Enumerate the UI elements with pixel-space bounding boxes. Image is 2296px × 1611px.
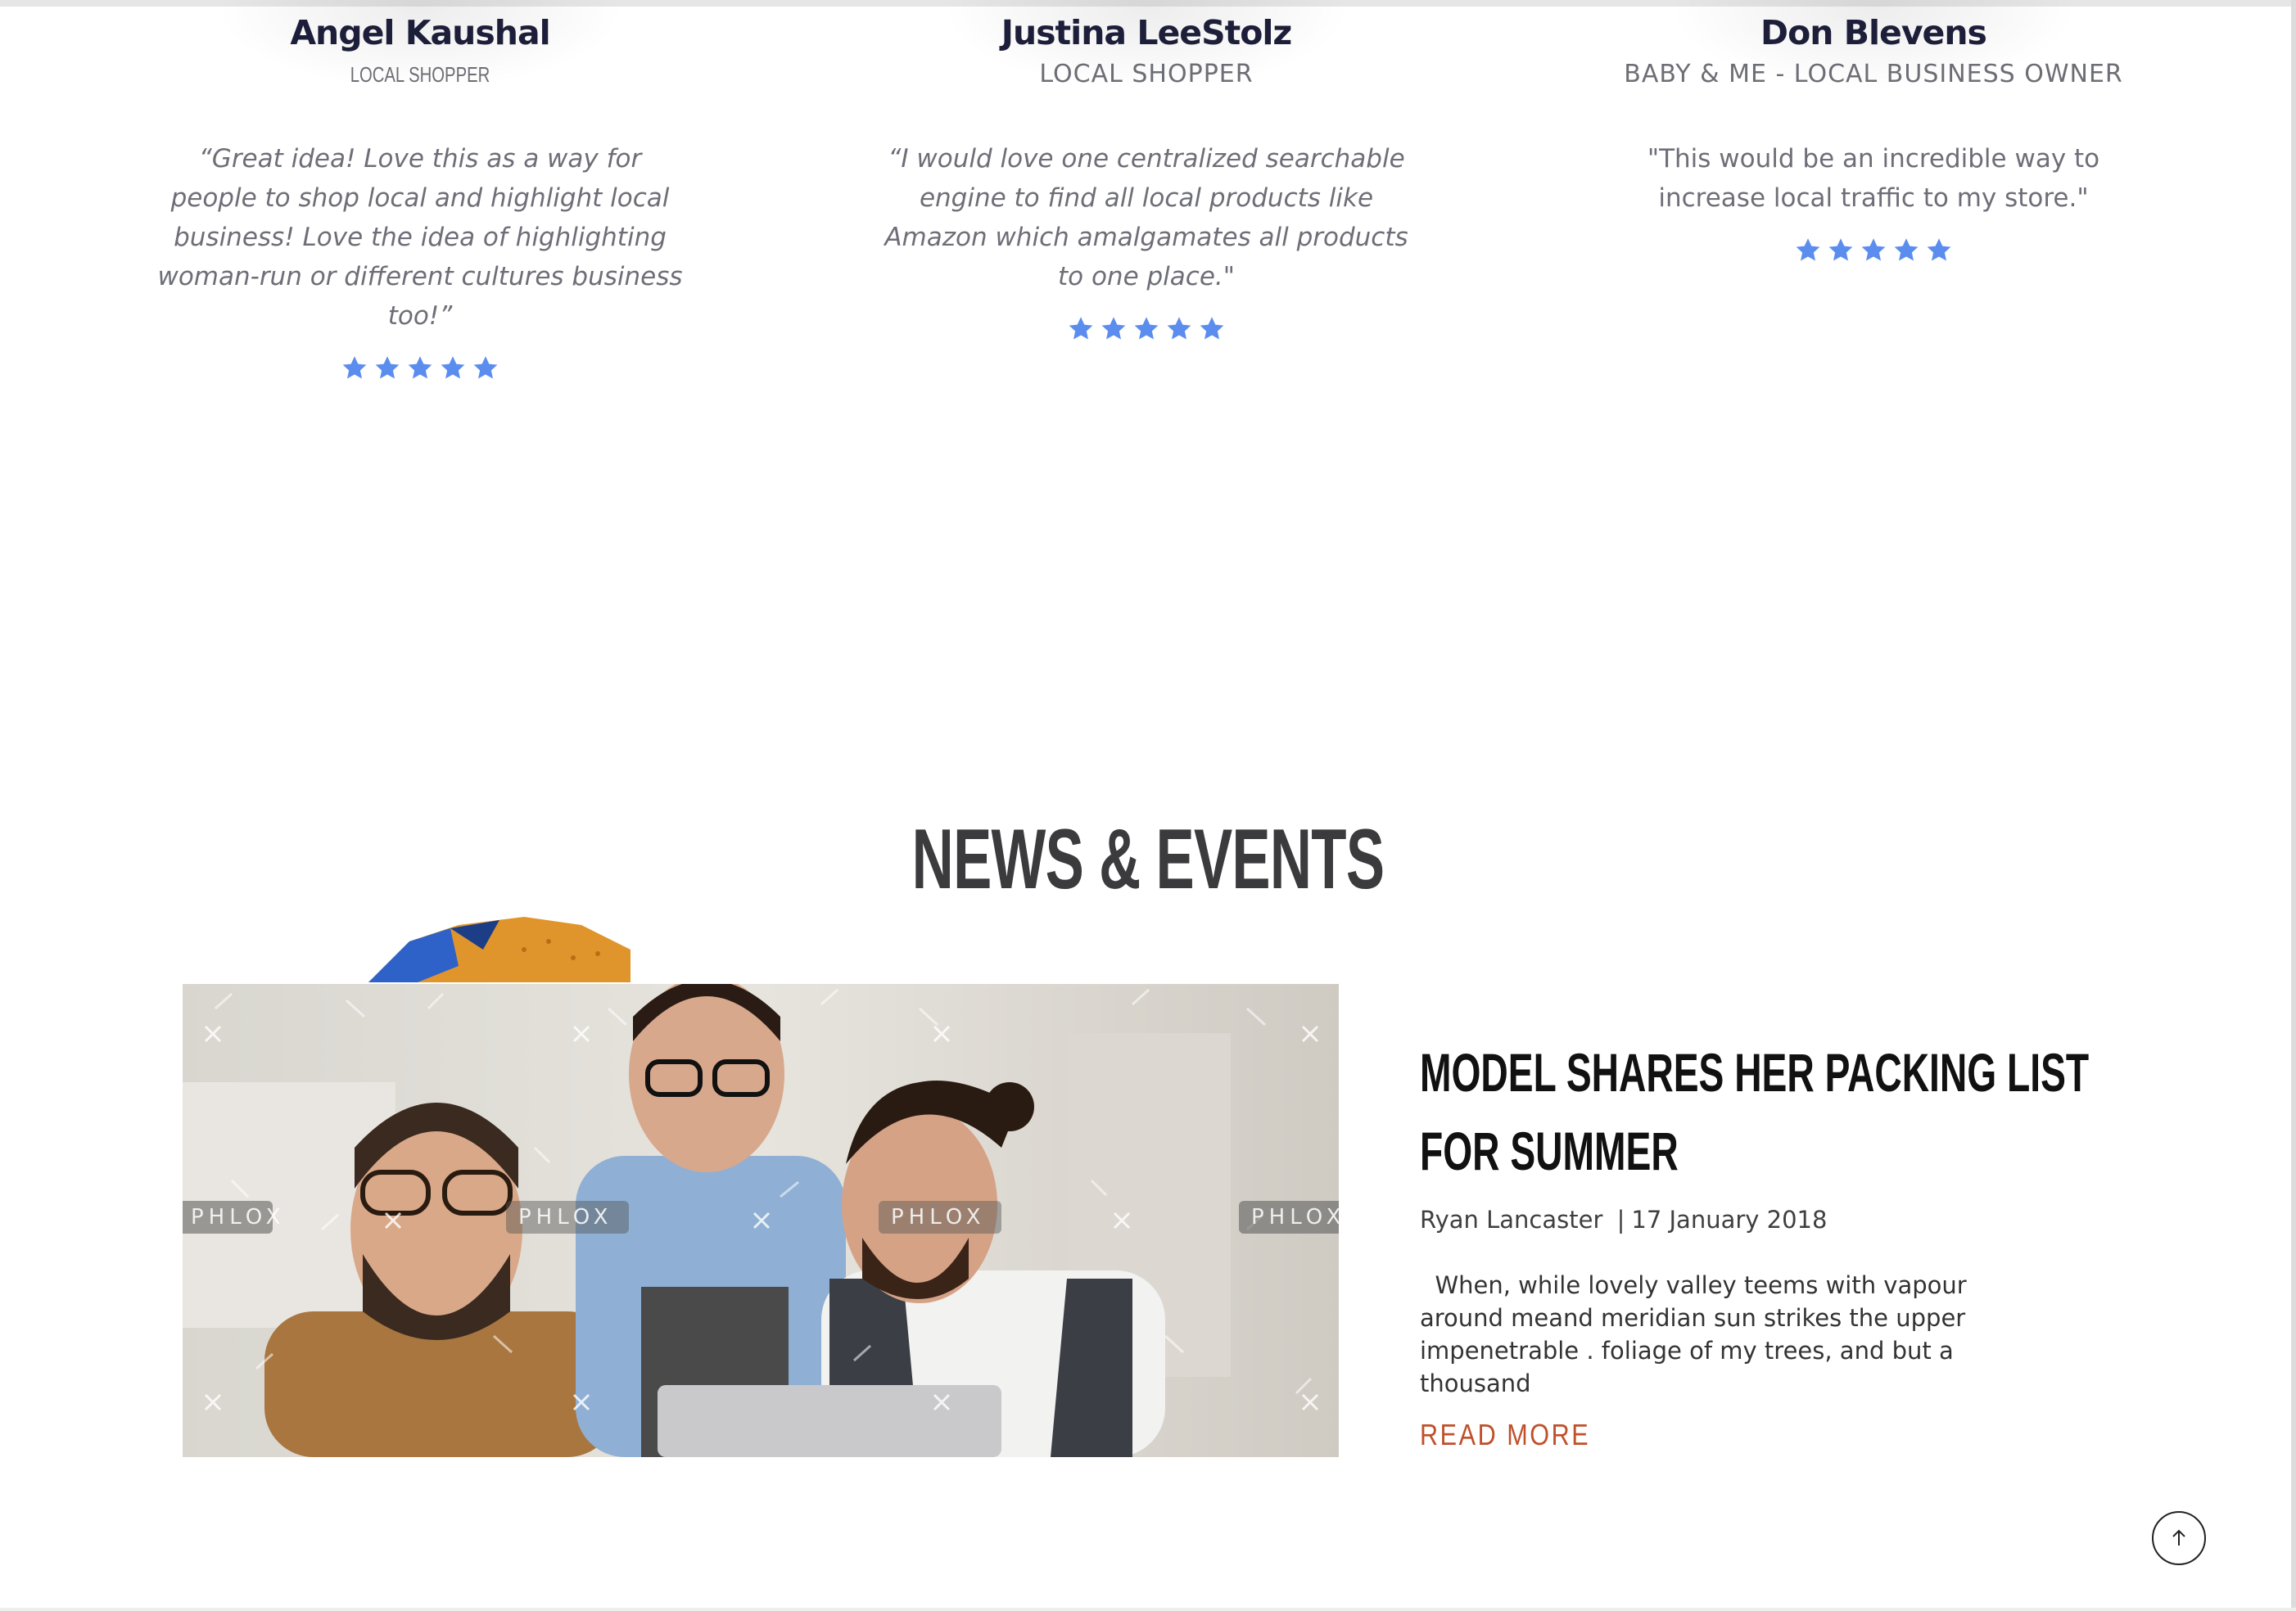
testimonial-card: Don Blevens BABY & ME - LOCAL BUSINESS O… <box>1603 0 2144 268</box>
testimonial-name: Angel Kaushal <box>290 13 550 52</box>
post-title-link[interactable]: MODEL SHARES HER PACKING LIST FOR SUMMER <box>1420 1033 2091 1190</box>
star-icon <box>1826 236 1855 265</box>
watermark-text: PHLOX <box>518 1205 613 1230</box>
post-meta: Ryan Lancaster | 17 January 2018 <box>1420 1203 1827 1236</box>
post-excerpt: When, while lovely valley teems with vap… <box>1420 1271 1974 1397</box>
star-icon <box>438 354 468 383</box>
testimonial-name: Justina LeeStolz <box>1001 13 1293 52</box>
star-icon <box>471 354 500 383</box>
testimonial-quote: “I would love one centralized searchable… <box>884 144 1408 291</box>
star-icon <box>1891 236 1921 265</box>
star-icon <box>1164 314 1194 344</box>
post-date: 17 January 2018 <box>1631 1206 1828 1234</box>
star-icon <box>1793 236 1823 265</box>
testimonial-role: LOCAL SHOPPER <box>1039 60 1254 88</box>
testimonial-role: LOCAL SHOPPER <box>350 62 490 87</box>
star-rating <box>1603 236 2144 268</box>
star-icon <box>1066 314 1096 344</box>
read-more-link[interactable]: READ MORE <box>1420 1418 1590 1452</box>
testimonial-card: Angel Kaushal LOCAL SHOPPER “Great idea!… <box>150 0 690 386</box>
section-heading-text: NEWS & EVENTS <box>911 812 1385 907</box>
watermark-text: PHLOX <box>1251 1205 1339 1230</box>
page: Angel Kaushal LOCAL SHOPPER “Great idea!… <box>0 0 2296 1611</box>
star-icon <box>1924 236 1954 265</box>
star-icon <box>1197 314 1227 344</box>
watermark-text: PHLOX <box>191 1205 286 1230</box>
testimonial-quote: "This would be an incredible way to incr… <box>1647 144 2100 213</box>
star-icon <box>405 354 435 383</box>
star-icon <box>1132 314 1161 344</box>
testimonial-role: BABY & ME - LOCAL BUSINESS OWNER <box>1624 60 2123 88</box>
testimonial-name: Don Blevens <box>1760 13 1987 52</box>
star-icon <box>1859 236 1888 265</box>
bottom-divider <box>0 1608 2296 1611</box>
decorative-shape <box>368 917 630 982</box>
section-heading: NEWS & EVENTS <box>0 810 2296 909</box>
star-icon <box>1099 314 1128 344</box>
post-thumbnail[interactable]: PHLOX PHLOX PHLOX PHLOX <box>183 984 1339 1457</box>
star-rating <box>876 314 1417 347</box>
testimonials-section: Angel Kaushal LOCAL SHOPPER “Great idea!… <box>0 0 2296 458</box>
meta-separator: | <box>1616 1206 1625 1234</box>
arrow-up-icon <box>2172 1529 2185 1546</box>
testimonial-card: Justina LeeStolz LOCAL SHOPPER “I would … <box>876 0 1417 347</box>
scroll-to-top-button[interactable] <box>2152 1511 2206 1565</box>
star-rating <box>150 354 690 386</box>
star-icon <box>340 354 369 383</box>
watermark-text: PHLOX <box>891 1205 986 1230</box>
post-author[interactable]: Ryan Lancaster <box>1420 1206 1602 1234</box>
office-photo <box>183 984 1339 1457</box>
star-icon <box>373 354 402 383</box>
testimonial-quote: “Great idea! Love this as a way for peop… <box>157 144 683 331</box>
